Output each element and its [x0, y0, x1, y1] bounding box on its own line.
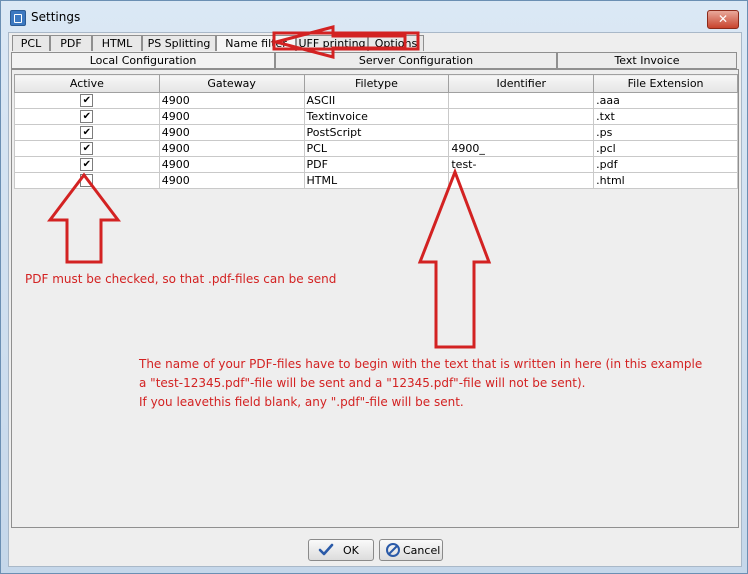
annotation-identifier-line3: If you leavethis field blank, any ".pdf"…: [139, 395, 464, 409]
up-arrow-checkbox: [46, 172, 122, 264]
annotation-identifier-line1: The name of your PDF-files have to begin…: [139, 357, 703, 371]
annotation-identifier-line2: a "test-12345.pdf"-file will be sent and…: [139, 376, 586, 390]
annotation-pdf-checked: PDF must be checked, so that .pdf-files …: [25, 272, 337, 286]
up-arrow-identifier: [417, 167, 492, 349]
